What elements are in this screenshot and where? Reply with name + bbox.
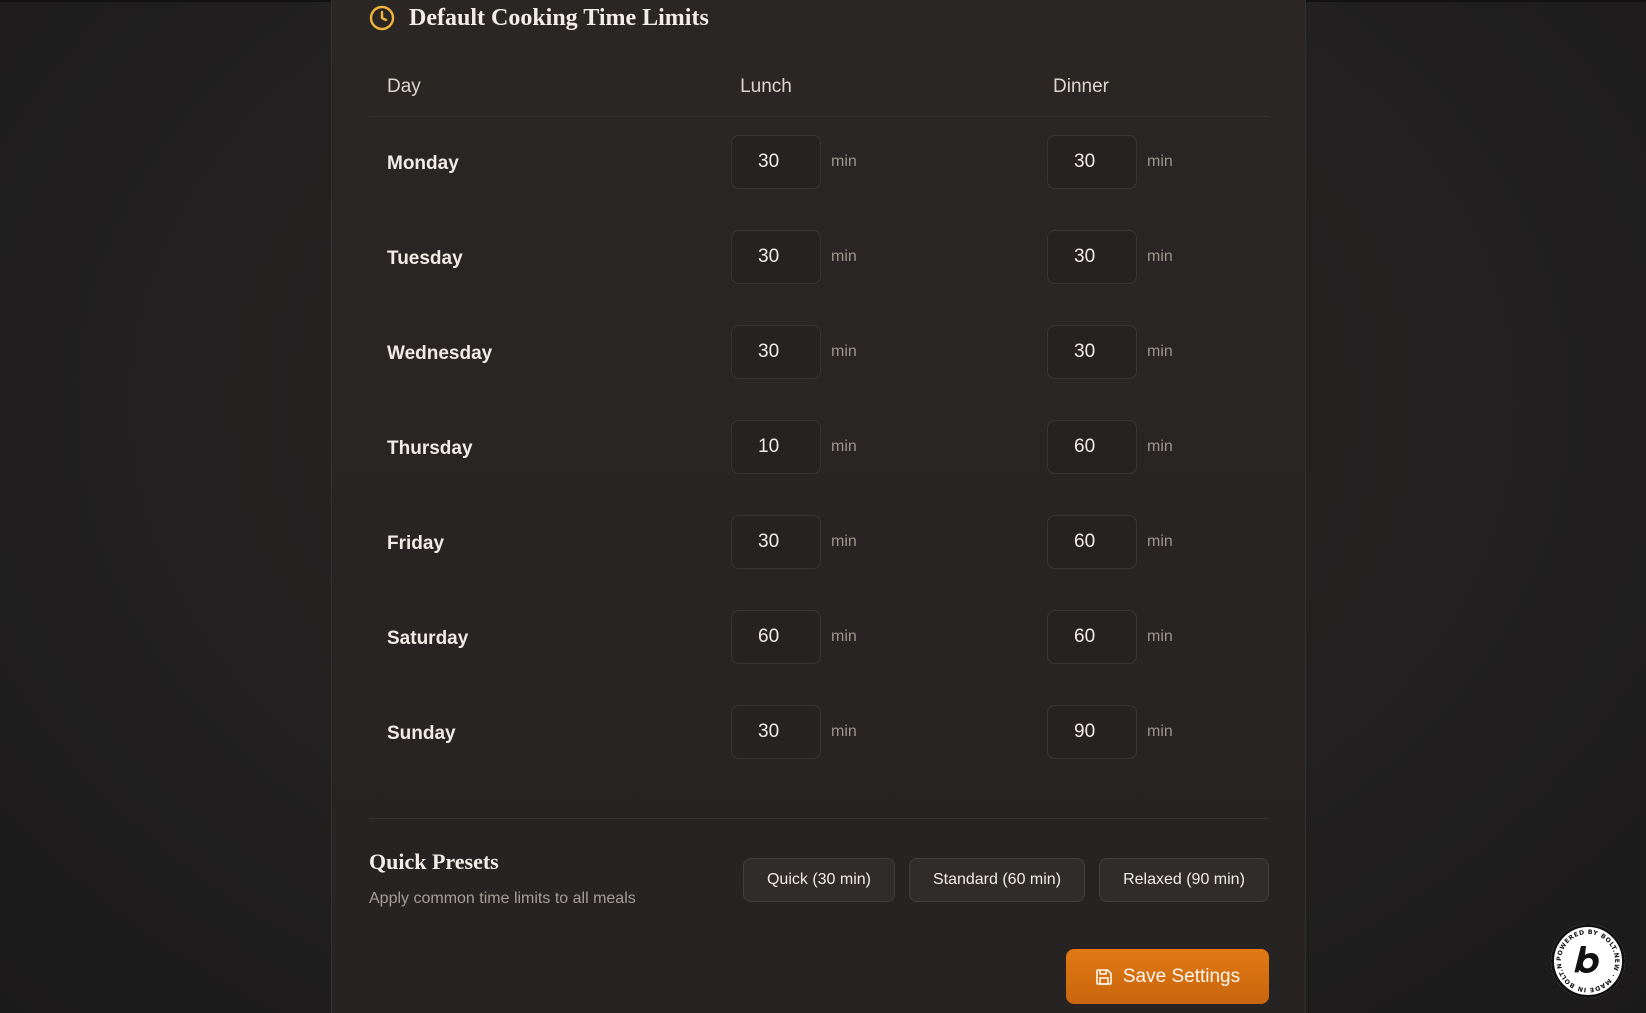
lunch-minutes-input[interactable] [731, 325, 821, 379]
header-dinner: Dinner [1053, 76, 1109, 97]
table-row-sunday: Sunday min min [369, 687, 1268, 782]
lunch-cell: min [731, 705, 857, 759]
unit-label: min [1147, 723, 1173, 740]
lunch-minutes-input[interactable] [731, 610, 821, 664]
unit-label: min [831, 343, 857, 360]
dinner-minutes-input[interactable] [1047, 610, 1137, 664]
dinner-cell: min [1047, 610, 1173, 664]
table-row-wednesday: Wednesday min min [369, 307, 1268, 402]
section-header: Default Cooking Time Limits [369, 4, 709, 32]
lunch-cell: min [731, 420, 857, 474]
table-row-friday: Friday min min [369, 497, 1268, 592]
table-row-saturday: Saturday min min [369, 592, 1268, 687]
dinner-minutes-input[interactable] [1047, 705, 1137, 759]
dinner-cell: min [1047, 705, 1173, 759]
table-row-tuesday: Tuesday min min [369, 212, 1268, 307]
unit-label: min [1147, 343, 1173, 360]
section-divider [369, 818, 1268, 819]
table-row-monday: Monday min min [369, 117, 1268, 212]
lunch-cell: min [731, 610, 857, 664]
clock-icon [369, 5, 395, 31]
dinner-minutes-input[interactable] [1047, 325, 1137, 379]
save-icon [1096, 968, 1112, 985]
day-label: Saturday [387, 628, 469, 649]
header-lunch: Lunch [740, 76, 792, 97]
unit-label: min [1147, 438, 1173, 455]
lunch-minutes-input[interactable] [731, 135, 821, 189]
day-label: Sunday [387, 723, 456, 744]
lunch-cell: min [731, 135, 857, 189]
section-title: Default Cooking Time Limits [409, 4, 709, 31]
header-day: Day [387, 76, 421, 97]
bolt-logo-icon: POWERED BY BOLT.NEW · MADE IN BOLT.NEW [1551, 924, 1624, 997]
unit-label: min [1147, 153, 1173, 170]
quick-preset-button[interactable]: Quick (30 min) [743, 858, 895, 902]
unit-label: min [1147, 248, 1173, 265]
day-label: Monday [387, 153, 459, 174]
day-label: Wednesday [387, 343, 493, 364]
lunch-minutes-input[interactable] [731, 705, 821, 759]
lunch-cell: min [731, 230, 857, 284]
table-row-thursday: Thursday min min [369, 402, 1268, 497]
unit-label: min [831, 628, 857, 645]
dinner-cell: min [1047, 515, 1173, 569]
save-settings-button[interactable]: Save Settings [1066, 949, 1269, 1004]
standard-preset-button[interactable]: Standard (60 min) [909, 858, 1085, 902]
day-label: Tuesday [387, 248, 463, 269]
unit-label: min [831, 438, 857, 455]
lunch-cell: min [731, 515, 857, 569]
settings-card: Default Cooking Time Limits Day Lunch Di… [331, 0, 1306, 1013]
day-label: Thursday [387, 438, 473, 459]
unit-label: min [831, 153, 857, 170]
dinner-cell: min [1047, 420, 1173, 474]
dinner-cell: min [1047, 230, 1173, 284]
dinner-minutes-input[interactable] [1047, 135, 1137, 189]
lunch-cell: min [731, 325, 857, 379]
presets-title: Quick Presets [369, 849, 499, 874]
unit-label: min [831, 248, 857, 265]
save-settings-label: Save Settings [1122, 965, 1241, 987]
lunch-minutes-input[interactable] [731, 420, 821, 474]
dinner-cell: min [1047, 135, 1173, 189]
lunch-minutes-input[interactable] [731, 230, 821, 284]
dinner-cell: min [1047, 325, 1173, 379]
unit-label: min [1147, 533, 1173, 550]
presets-subtitle: Apply common time limits to all meals [369, 890, 636, 907]
unit-label: min [1147, 628, 1173, 645]
dinner-minutes-input[interactable] [1047, 230, 1137, 284]
relaxed-preset-button[interactable]: Relaxed (90 min) [1099, 858, 1269, 902]
dinner-minutes-input[interactable] [1047, 420, 1137, 474]
table-header: Day Lunch Dinner [369, 60, 1268, 117]
unit-label: min [831, 723, 857, 740]
time-limits-table: Day Lunch Dinner Monday min min Tuesday … [369, 60, 1268, 782]
lunch-minutes-input[interactable] [731, 515, 821, 569]
bolt-badge[interactable]: POWERED BY BOLT.NEW · MADE IN BOLT.NEW [1551, 924, 1625, 998]
day-label: Friday [387, 533, 445, 554]
unit-label: min [831, 533, 857, 550]
dinner-minutes-input[interactable] [1047, 515, 1137, 569]
